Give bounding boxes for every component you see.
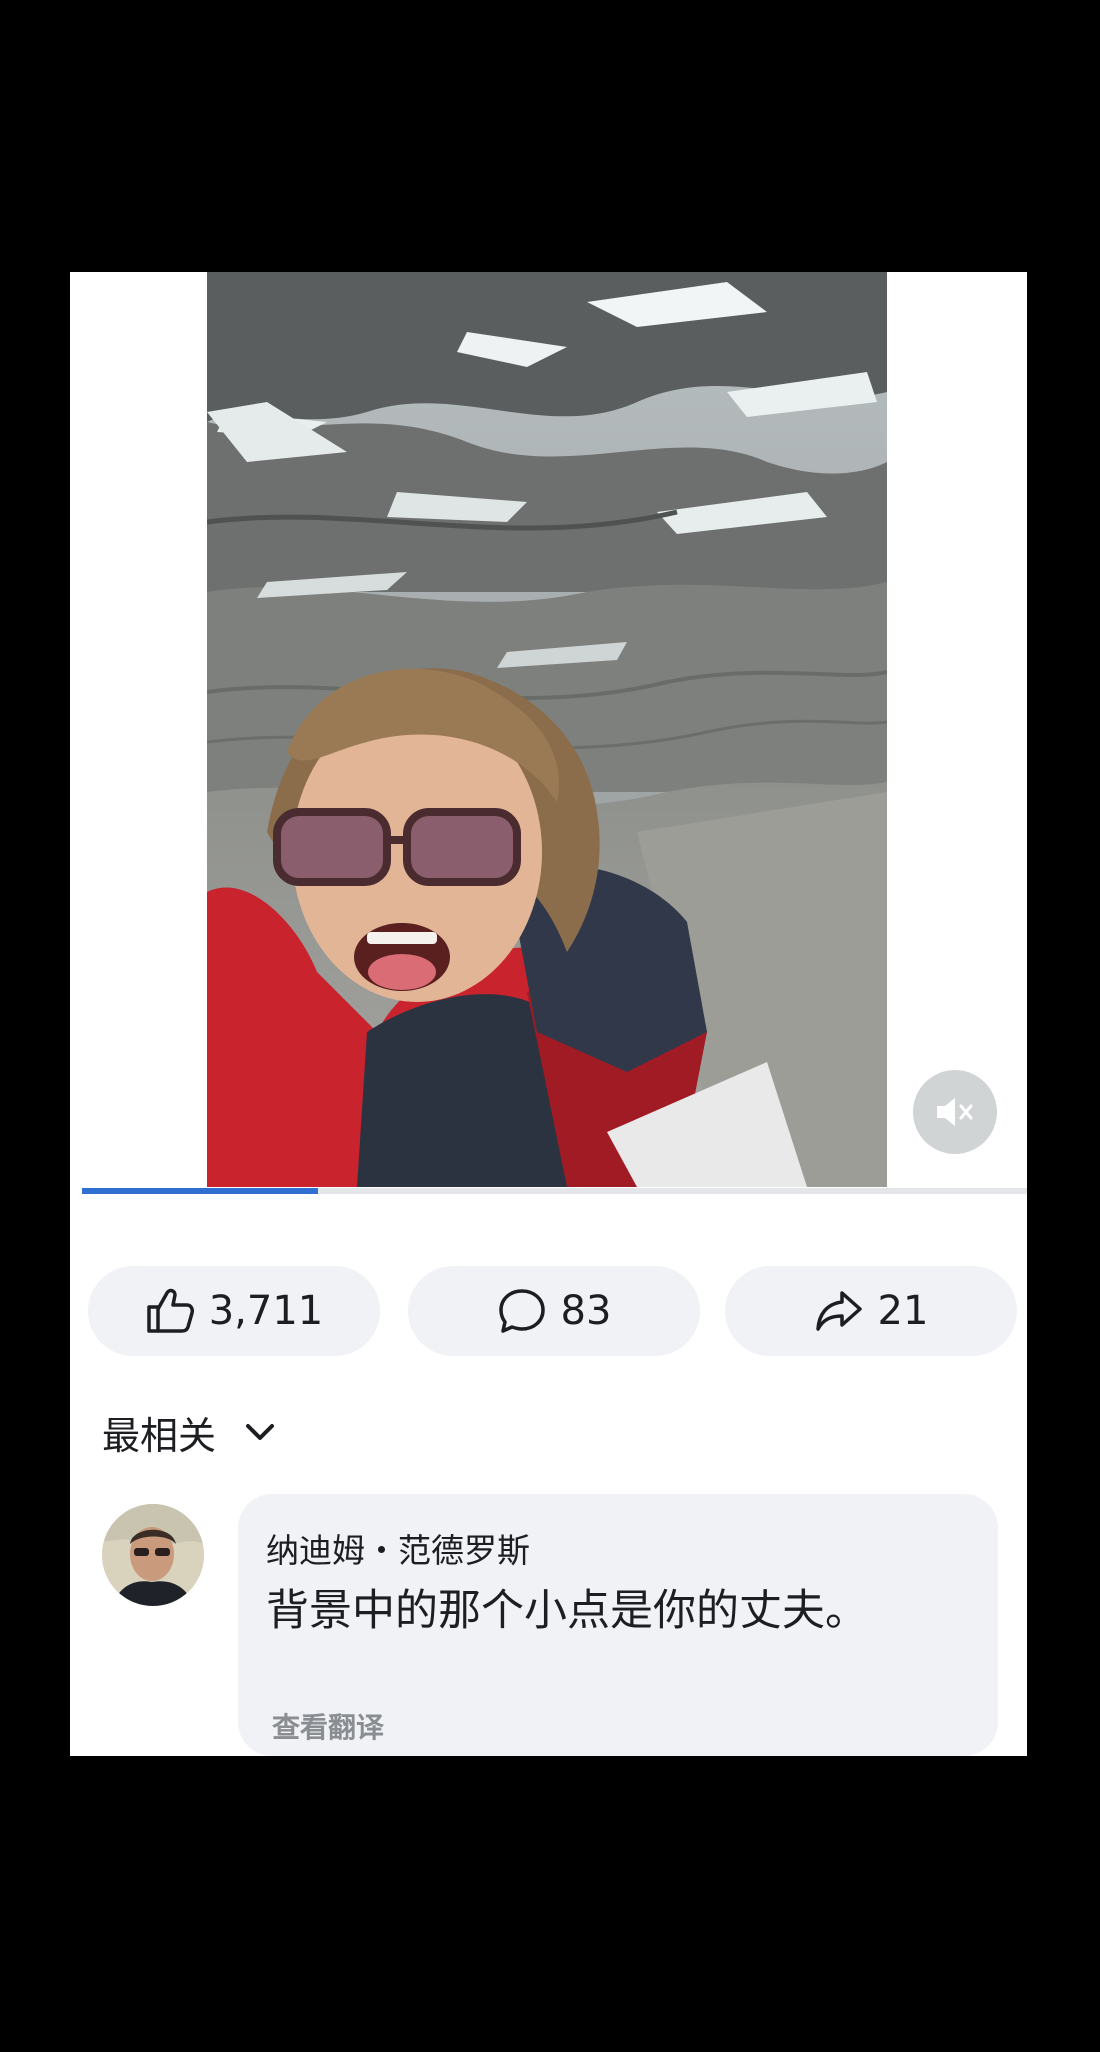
share-button[interactable]: 21 xyxy=(725,1266,1017,1356)
avatar-image xyxy=(102,1504,204,1606)
video-container xyxy=(70,272,1027,1194)
comment-sort-dropdown[interactable]: 最相关 xyxy=(102,1402,276,1462)
post-screen: 3,711 83 21 最相关 纳迪姆・范德罗斯 背景中的那个小点是你的丈夫。 … xyxy=(70,272,1027,1756)
sort-label: 最相关 xyxy=(102,1413,217,1458)
mute-button[interactable] xyxy=(913,1070,997,1154)
like-count: 3,711 xyxy=(208,1288,324,1334)
speaker-muted-icon xyxy=(937,1098,973,1126)
like-button[interactable]: 3,711 xyxy=(88,1266,380,1356)
video-frame xyxy=(207,272,887,1187)
avatar[interactable] xyxy=(102,1504,204,1606)
speech-bubble-icon xyxy=(498,1289,545,1333)
comment-author[interactable]: 纳迪姆・范德罗斯 xyxy=(266,1524,530,1572)
video-player[interactable] xyxy=(207,272,887,1187)
chevron-down-icon xyxy=(246,1424,275,1440)
comment-count: 83 xyxy=(560,1288,612,1334)
see-translation-link[interactable]: 查看翻译 xyxy=(272,1706,384,1746)
video-progress-bar[interactable] xyxy=(82,1188,1027,1194)
post-actions: 3,711 83 21 xyxy=(88,1266,1018,1360)
share-count: 21 xyxy=(877,1288,929,1334)
thumbs-up-icon xyxy=(146,1288,194,1333)
comment-button[interactable]: 83 xyxy=(408,1266,700,1356)
video-progress-fill xyxy=(82,1188,318,1194)
share-arrow-icon xyxy=(815,1291,862,1331)
comment-text: 背景中的那个小点是你的丈夫。 xyxy=(266,1586,868,1636)
comment-bubble: 纳迪姆・范德罗斯 背景中的那个小点是你的丈夫。 查看翻译 xyxy=(238,1494,998,1756)
